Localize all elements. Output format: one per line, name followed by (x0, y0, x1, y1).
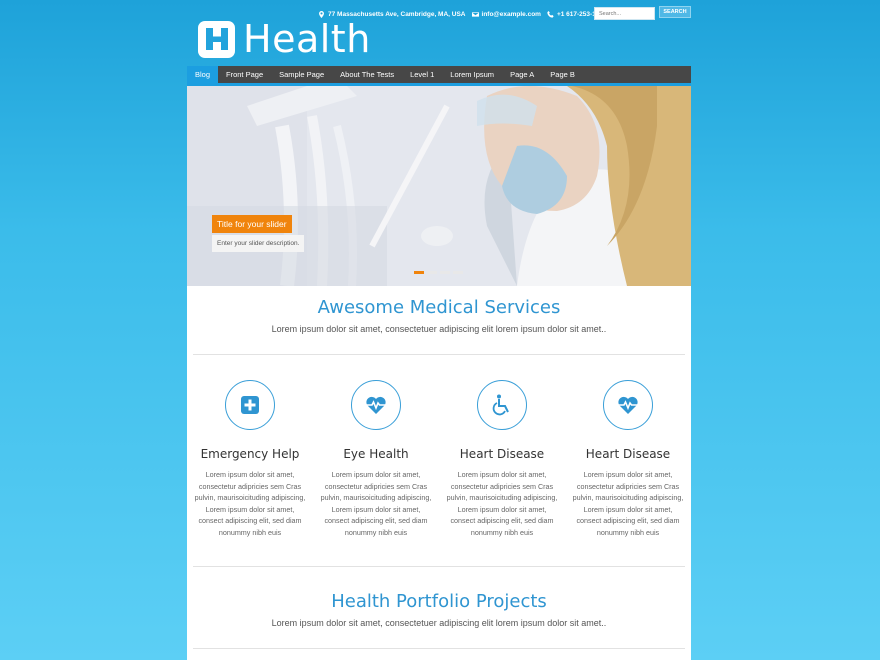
nav-item-page-b[interactable]: Page B (542, 66, 583, 83)
service-card: Emergency Help Lorem ipsum dolor sit ame… (187, 380, 313, 538)
email-link[interactable]: info@example.com (482, 11, 541, 18)
service-icon-circle[interactable] (225, 380, 275, 430)
service-title: Eye Health (343, 447, 409, 461)
service-icon-circle[interactable] (603, 380, 653, 430)
nav-item-blog[interactable]: Blog (187, 66, 219, 83)
service-title: Heart Disease (459, 447, 545, 461)
service-title: Heart Disease (585, 447, 671, 461)
section-divider (193, 354, 685, 355)
services-title: Awesome Medical Services (317, 297, 561, 318)
email-item[interactable]: info@example.com (471, 11, 541, 18)
main-content: Blog Front Page Sample Page About The Te… (187, 66, 691, 660)
heartbeat-icon (366, 396, 386, 414)
service-icon-circle[interactable] (351, 380, 401, 430)
nav-item-front-page[interactable]: Front Page (218, 66, 271, 83)
services-grid: Emergency Help Lorem ipsum dolor sit ame… (187, 380, 691, 538)
portfolio-subtitle: Lorem ipsum dolor sit amet, consectetuer… (271, 618, 607, 628)
service-card: Eye Health Lorem ipsum dolor sit amet, c… (313, 380, 439, 538)
slider-image (187, 86, 691, 286)
services-subtitle: Lorem ipsum dolor sit amet, consectetuer… (271, 324, 607, 334)
service-title: Emergency Help (200, 447, 300, 461)
nav-item-level-1[interactable]: Level 1 (402, 66, 442, 83)
site-title: Health (243, 17, 371, 61)
service-card: Heart Disease Lorem ipsum dolor sit amet… (439, 380, 565, 538)
nav-item-lorem-ipsum[interactable]: Lorem Ipsum (442, 66, 502, 83)
hero-slider[interactable]: Title for your slider Enter your slider … (187, 86, 691, 286)
search-button[interactable]: SEARCH (659, 6, 691, 18)
slider-dot-2[interactable] (427, 271, 437, 274)
service-text: Lorem ipsum dolor sit amet, consectetur … (572, 470, 684, 537)
service-text: Lorem ipsum dolor sit amet, consectetur … (194, 470, 306, 537)
service-text: Lorem ipsum dolor sit amet, consectetur … (320, 470, 432, 537)
site-logo[interactable]: Health (198, 19, 371, 59)
slider-dot-3[interactable] (440, 271, 450, 274)
hospital-h-icon (198, 20, 235, 58)
nav-item-page-a[interactable]: Page A (502, 66, 542, 83)
main-nav: Blog Front Page Sample Page About The Te… (187, 66, 691, 86)
heartbeat-icon (618, 396, 638, 414)
portfolio-title: Health Portfolio Projects (331, 591, 547, 612)
slider-description: Enter your slider description. (212, 235, 305, 252)
service-icon-circle[interactable] (477, 380, 527, 430)
section-divider (193, 648, 685, 649)
slider-title: Title for your slider (212, 215, 292, 233)
services-section: Awesome Medical Services Lorem ipsum dol… (187, 286, 691, 334)
portfolio-section: Health Portfolio Projects Lorem ipsum do… (187, 567, 691, 628)
service-card: Heart Disease Lorem ipsum dolor sit amet… (565, 380, 691, 538)
wheelchair-icon (492, 394, 509, 416)
slider-pagination (414, 271, 463, 274)
nav-item-about-the-tests[interactable]: About The Tests (332, 66, 402, 83)
envelope-icon (471, 11, 479, 17)
service-text: Lorem ipsum dolor sit amet, consectetur … (446, 470, 558, 537)
search-input[interactable] (594, 7, 655, 20)
slider-dot-4[interactable] (453, 271, 463, 274)
first-aid-plus-icon (241, 396, 259, 414)
slider-dot-1[interactable] (414, 271, 424, 274)
phone-icon (547, 10, 554, 18)
nav-item-sample-page[interactable]: Sample Page (271, 66, 332, 83)
